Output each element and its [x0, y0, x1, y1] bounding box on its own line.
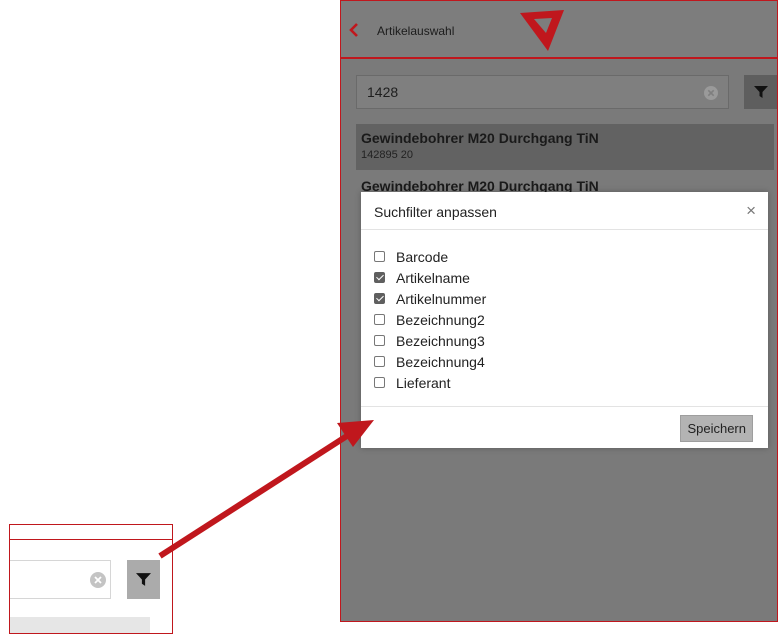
annotation-arrow [158, 420, 374, 559]
